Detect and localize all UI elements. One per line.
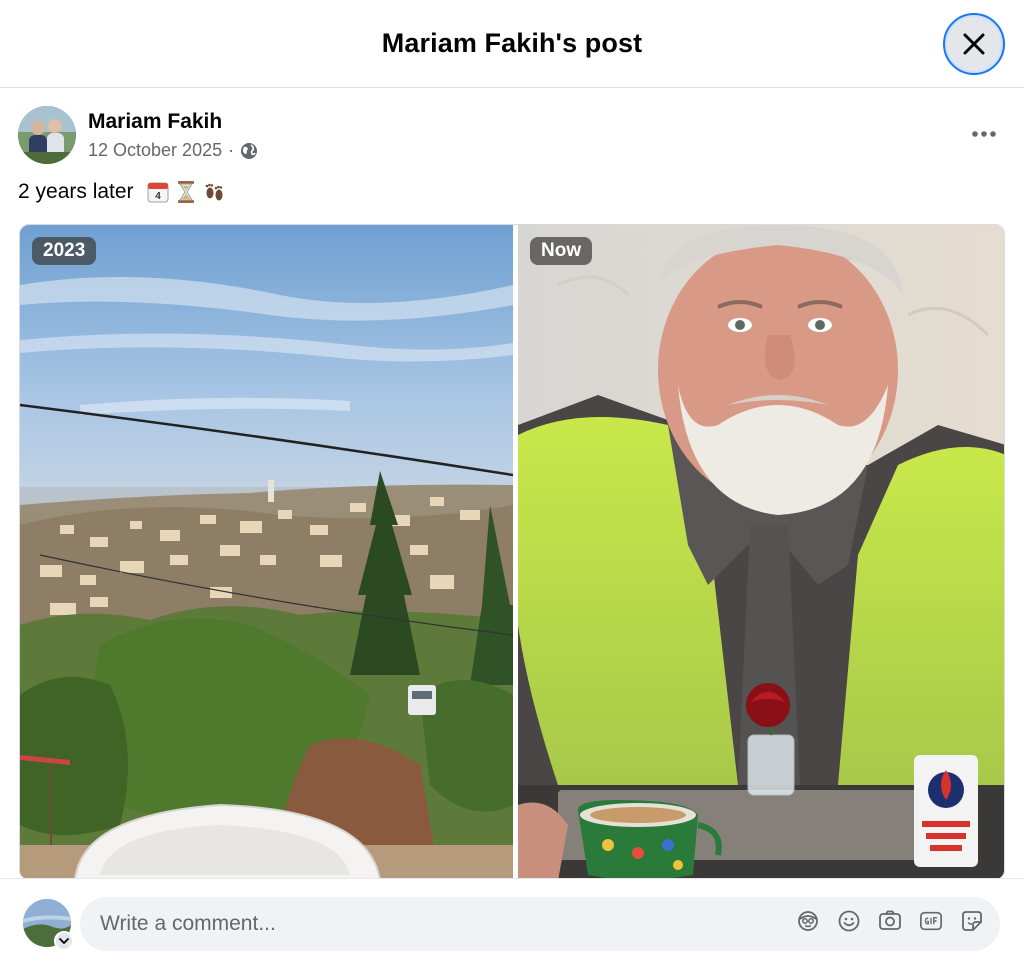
emoji-button[interactable] — [837, 909, 861, 933]
portrait-photo — [518, 225, 1004, 879]
avatar-sticker-icon — [798, 911, 818, 931]
more-options-button[interactable] — [966, 120, 1002, 148]
photo-now[interactable]: Now — [518, 225, 1004, 879]
gif-button[interactable] — [919, 909, 943, 933]
avatar-sticker-button[interactable] — [796, 909, 820, 933]
close-button[interactable] — [943, 13, 1005, 75]
emoji-icon — [838, 910, 860, 932]
meta-separator: · — [228, 140, 235, 160]
photo-2023[interactable]: 2023 — [20, 225, 513, 879]
dialog-header: Mariam Fakih's post — [0, 0, 1024, 88]
photo-now-badge: Now — [530, 237, 593, 265]
sticker-button[interactable] — [960, 909, 984, 933]
post-header: Mariam Fakih 12 October 2025 · — [18, 106, 1008, 168]
photo-grid: 2023 Now — [19, 224, 1005, 880]
landscape-photo — [20, 225, 513, 879]
author-avatar[interactable] — [18, 106, 76, 164]
profile-switch-button[interactable] — [54, 931, 74, 951]
gif-icon — [920, 911, 942, 931]
hourglass-icon — [177, 181, 194, 203]
photo-year-badge: 2023 — [32, 237, 97, 265]
comment-bar — [0, 878, 1024, 974]
post-text: 2 years later 4 — [18, 180, 226, 204]
camera-icon — [879, 910, 901, 930]
comment-tools — [796, 909, 984, 933]
post-caption: 2 years later — [18, 180, 134, 203]
sticker-icon — [962, 911, 982, 931]
footprints-icon — [205, 183, 223, 201]
chevron-down-icon — [59, 938, 69, 944]
more-icon — [972, 131, 996, 137]
close-icon — [963, 33, 985, 55]
post-date[interactable]: 12 October 2025 — [88, 140, 222, 161]
globe-icon — [241, 142, 258, 159]
photo-upload-button[interactable] — [878, 909, 902, 933]
dialog-title: Mariam Fakih's post — [381, 28, 643, 58]
svg-text:4: 4 — [155, 191, 161, 202]
author-name[interactable]: Mariam Fakih — [88, 110, 222, 134]
calendar-icon: 4 — [147, 182, 169, 203]
post-meta: 12 October 2025 · — [88, 140, 258, 161]
